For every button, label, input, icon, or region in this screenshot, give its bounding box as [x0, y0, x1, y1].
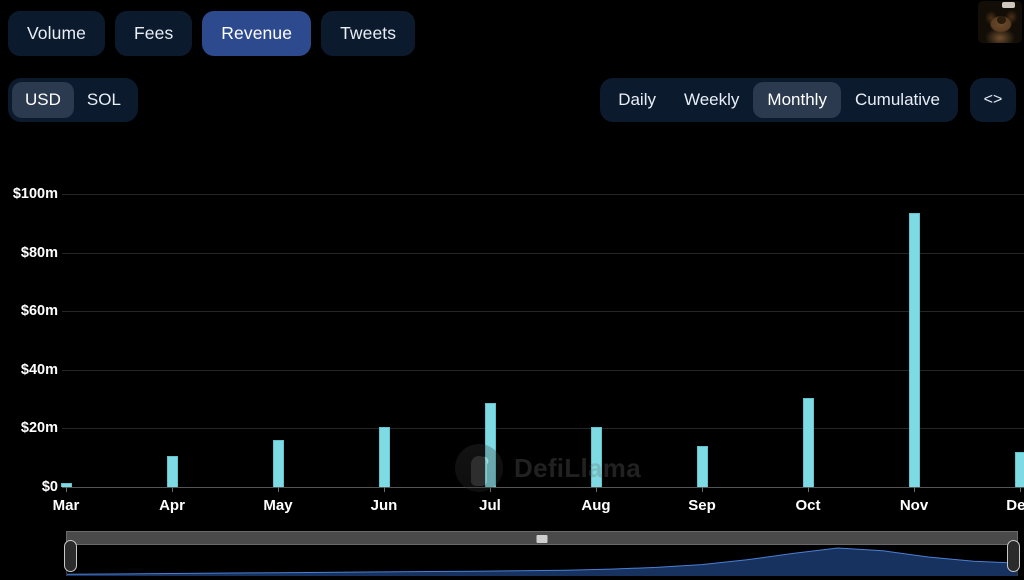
chart-bar[interactable]: [697, 446, 708, 487]
avatar-highlight: [1002, 2, 1015, 8]
gridline: [62, 253, 1024, 254]
chart-bar[interactable]: [273, 440, 284, 487]
currency-option-usd[interactable]: USD: [12, 82, 74, 118]
interval-option-weekly[interactable]: Weekly: [670, 82, 753, 118]
x-axis-tick-label: Nov: [900, 497, 928, 514]
x-axis-tick: [278, 487, 279, 492]
range-preview-area-fill: [67, 548, 1018, 576]
chart-bar[interactable]: [485, 403, 496, 487]
range-selector-preview: [66, 545, 1018, 576]
defillama-revenue-chart-page: Volume Fees Revenue Tweets USD SOL Daily…: [0, 0, 1024, 580]
x-axis-tick: [596, 487, 597, 492]
x-axis-tick: [66, 487, 67, 492]
x-axis-tick-label: May: [263, 497, 292, 514]
chart-bar[interactable]: [909, 213, 920, 487]
range-selector-track[interactable]: [66, 531, 1018, 545]
y-axis-tick-label: $100m: [13, 186, 58, 202]
y-axis-tick-label: $20m: [21, 420, 58, 436]
x-axis-tick-label: Jun: [371, 497, 398, 514]
y-axis-tick-label: $60m: [21, 303, 58, 319]
y-axis-tick-label: $0: [42, 479, 58, 495]
chart-bar[interactable]: [167, 456, 178, 487]
metric-tab-group: Volume Fees Revenue Tweets: [8, 11, 415, 56]
currency-option-sol[interactable]: SOL: [74, 82, 134, 118]
x-axis-tick-label: Apr: [159, 497, 185, 514]
currency-toggle-group: USD SOL: [8, 78, 138, 122]
range-selector-handle-right[interactable]: [1007, 540, 1020, 572]
defillama-watermark: DefiLlama: [455, 444, 641, 492]
metric-tab-fees[interactable]: Fees: [115, 11, 192, 56]
range-selector-grip-icon[interactable]: [537, 535, 548, 543]
chart-bar[interactable]: [803, 398, 814, 487]
avatar-detail: [997, 16, 1006, 24]
interval-option-monthly[interactable]: Monthly: [753, 82, 841, 118]
range-selector-handle-left[interactable]: [64, 540, 77, 572]
x-axis-tick-label: Aug: [581, 497, 610, 514]
range-preview-area-chart: [67, 545, 1018, 576]
gridline: [62, 311, 1024, 312]
chart-bar[interactable]: [379, 427, 390, 487]
chart-bar[interactable]: [1015, 452, 1024, 487]
x-axis-tick: [490, 487, 491, 492]
metric-tab-revenue[interactable]: Revenue: [202, 11, 311, 56]
x-axis-tick: [914, 487, 915, 492]
x-axis-line: [62, 487, 1024, 488]
x-axis-tick-label: Sep: [688, 497, 716, 514]
y-axis-tick-label: $80m: [21, 245, 58, 261]
chart-bar[interactable]: [591, 427, 602, 487]
metric-tab-tweets[interactable]: Tweets: [321, 11, 415, 56]
code-brackets-icon[interactable]: <>: [970, 78, 1016, 122]
x-axis-tick: [384, 487, 385, 492]
gridline: [62, 370, 1024, 371]
revenue-bar-chart[interactable]: $0 $20m $40m $60m $80m $100m Mar Apr May Jun Jul A…: [0, 140, 1024, 525]
gridline: [62, 428, 1024, 429]
interval-toggle-group: Daily Weekly Monthly Cumulative: [600, 78, 958, 122]
x-axis-tick: [172, 487, 173, 492]
gridline: [62, 194, 1024, 195]
metric-tab-volume[interactable]: Volume: [8, 11, 105, 56]
user-avatar-icon[interactable]: [978, 1, 1022, 43]
x-axis-tick-label: Dec: [1006, 497, 1024, 514]
chart-range-selector[interactable]: [66, 531, 1018, 576]
x-axis-tick-label: Jul: [479, 497, 501, 514]
y-axis-tick-label: $40m: [21, 362, 58, 378]
watermark-label: DefiLlama: [514, 453, 641, 484]
x-axis-tick-label: Oct: [795, 497, 820, 514]
x-axis-tick-label: Mar: [53, 497, 80, 514]
x-axis-tick: [1020, 487, 1021, 492]
x-axis-tick: [808, 487, 809, 492]
x-axis-tick: [702, 487, 703, 492]
interval-option-cumulative[interactable]: Cumulative: [841, 82, 954, 118]
interval-option-daily[interactable]: Daily: [604, 82, 670, 118]
